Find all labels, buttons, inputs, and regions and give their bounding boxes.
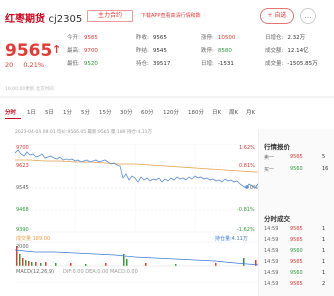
last-price: 9565 [5,41,53,61]
pct-label-bottom: -1.62% [237,227,255,233]
stat-limit-up: 涨停: 10500 [201,35,236,41]
pct-label-mid: 0% [250,185,258,191]
stat-high: 最高: 9700 [67,48,98,54]
volume-bar [35,262,37,266]
chart-crosshair-info: 2023-04-04 09:01 均价:9566.05 最新:9565 量:18… [15,130,153,135]
volume-bar [70,263,72,266]
divider [0,96,334,98]
tab-daily-k[interactable]: 日K [212,108,221,116]
contract-code: cj2305 [48,14,83,25]
volume-bars [16,246,257,266]
volume-bar [22,258,24,266]
stat-low: 最低: 9520 [67,61,98,67]
tab-weekly-k[interactable]: 周K [229,108,238,116]
volume-label: 成交量 189.00 [16,236,51,242]
stat-open-interest: 持仓: 39517 [136,61,171,67]
tab-60m[interactable]: 60分 [141,108,154,116]
volume-max-label: 2000 [16,244,29,250]
intraday-chart-svg [15,144,260,283]
price-change: 20 0.21% [5,61,52,69]
tab-5d[interactable]: 5日 [45,108,54,116]
more-icon[interactable]: … [300,8,316,24]
tab-1m[interactable]: 1分 [63,108,72,116]
y-label-mid: 9545 [16,185,29,191]
y-label-lower: 9468 [16,207,29,213]
stat-open: 今开: 9585 [67,35,98,41]
volume-bar [19,254,21,266]
pct-label-upper: 0.81% [239,163,255,169]
volume-bar [85,264,87,266]
app-download-link[interactable]: 下载APP查看高清行情和数据 [141,10,201,22]
stat-volume: 成交量: -1505.85万 [265,61,318,67]
stat-prev-close: 昨收: 9565 [136,35,167,41]
tab-1d[interactable]: 1日 [27,108,36,116]
add-favorite-button[interactable]: + 自选 [260,8,294,24]
header: 红枣期货 cj2305 主力合约 下载APP查看高清行情和数据 + 自选 … [0,0,334,25]
up-arrow-icon: ↑ [52,43,62,56]
active-tab-underline [5,118,21,119]
change-value: 20 [5,61,14,69]
y-label-upper: 9623 [16,163,29,169]
stat-daily-oi: 日增仓: 2.32万 [265,35,306,41]
y-label-top: 9700 [16,145,29,151]
tab-intraday[interactable]: 分时 [5,108,16,116]
change-percent: 0.21% [23,61,45,69]
volume-bar [31,262,33,266]
volume-bar [145,263,147,266]
volume-bar [175,264,177,266]
tab-180m[interactable]: 180分 [188,108,204,116]
tab-15m[interactable]: 15分 [99,108,112,116]
volume-bar [25,260,27,266]
volume-bar [28,261,30,266]
stat-turnover: 成交额: 12.14亿 [265,48,309,54]
stat-prev-settle: 昨结: 9545 [136,48,167,54]
tab-30m[interactable]: 30分 [120,108,133,116]
volume-bar [126,259,128,266]
side-panel: 行情报价 卖一 9565 5 买一 9560 16 分时成交 14:59 956… [258,129,334,296]
page-title: 红枣期货 cj2305 [5,10,82,25]
volume-bar [45,262,47,266]
volume-bar [243,258,245,266]
chart-period-tabs: 分时 1日 5日 1分 5分 15分 30分 60分 120分 180分 日K … [5,108,255,120]
macd-values: DIF:0.00 DEA:0.00 MACD:0.00 [63,269,138,275]
volume-bar [55,263,57,266]
update-time: 16:00:00更新 北京时间 [5,87,54,92]
stat-oi-change: 日增: -1531 [201,61,234,67]
tab-monthly-k[interactable]: 月K [246,108,255,116]
intraday-chart[interactable]: 9700 9623 9545 9468 9390 1.62% 0.81% 0% … [15,144,260,288]
tab-5m[interactable]: 5分 [81,108,90,116]
main-contract-tag: 主力合约 [87,10,133,22]
latest-price-dot [245,185,249,189]
pct-label-top: 1.62% [239,145,255,151]
volume-bar [255,260,257,266]
quote-section-title: 行情报价 [264,143,290,151]
y-label-bottom: 9390 [16,227,29,233]
volume-bar [40,263,42,266]
macd-label: MACD(12,26,9) [16,269,54,275]
open-interest-label: 持仓量:4.11万 [215,236,248,242]
open-interest-line [15,249,260,266]
price-line [15,149,260,189]
volume-bar [215,263,217,266]
pct-label-lower: -0.81% [237,207,255,213]
tab-120m[interactable]: 120分 [163,108,179,116]
contract-name: 红枣期货 [5,14,45,25]
stat-limit-down: 跌停: 8580 [201,48,232,54]
trades-section-title: 分时成交 [264,215,290,223]
volume-bar [105,263,107,266]
